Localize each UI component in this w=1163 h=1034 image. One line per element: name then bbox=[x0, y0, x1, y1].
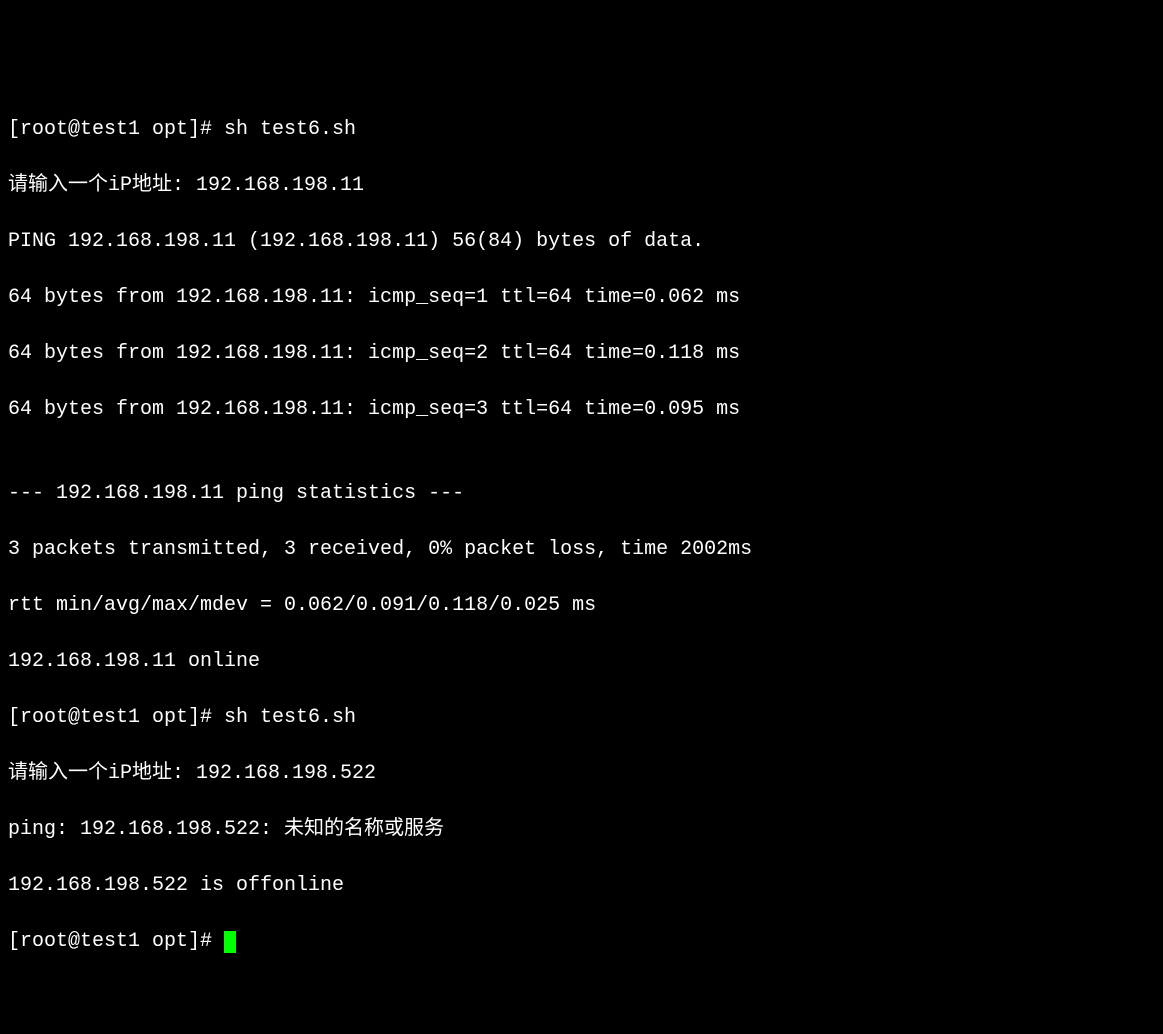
terminal-line: 192.168.198.522 is offonline bbox=[8, 872, 1155, 900]
terminal-prompt-text: [root@test1 opt]# bbox=[8, 930, 224, 953]
terminal-line: 64 bytes from 192.168.198.11: icmp_seq=2… bbox=[8, 340, 1155, 368]
cursor-icon bbox=[224, 931, 236, 953]
terminal-line: PING 192.168.198.11 (192.168.198.11) 56(… bbox=[8, 228, 1155, 256]
terminal-line: [root@test1 opt]# sh test6.sh bbox=[8, 704, 1155, 732]
terminal-line: rtt min/avg/max/mdev = 0.062/0.091/0.118… bbox=[8, 592, 1155, 620]
terminal-line: [root@test1 opt]# sh test6.sh bbox=[8, 116, 1155, 144]
terminal-line: --- 192.168.198.11 ping statistics --- bbox=[8, 480, 1155, 508]
terminal-line: 64 bytes from 192.168.198.11: icmp_seq=1… bbox=[8, 284, 1155, 312]
terminal-line: 64 bytes from 192.168.198.11: icmp_seq=3… bbox=[8, 396, 1155, 424]
terminal-prompt-line[interactable]: [root@test1 opt]# bbox=[8, 928, 1155, 956]
terminal-line: 3 packets transmitted, 3 received, 0% pa… bbox=[8, 536, 1155, 564]
terminal-line: 请输入一个iP地址: 192.168.198.11 bbox=[8, 172, 1155, 200]
terminal-line: ping: 192.168.198.522: 未知的名称或服务 bbox=[8, 816, 1155, 844]
terminal-line: 192.168.198.11 online bbox=[8, 648, 1155, 676]
terminal-line: 请输入一个iP地址: 192.168.198.522 bbox=[8, 760, 1155, 788]
